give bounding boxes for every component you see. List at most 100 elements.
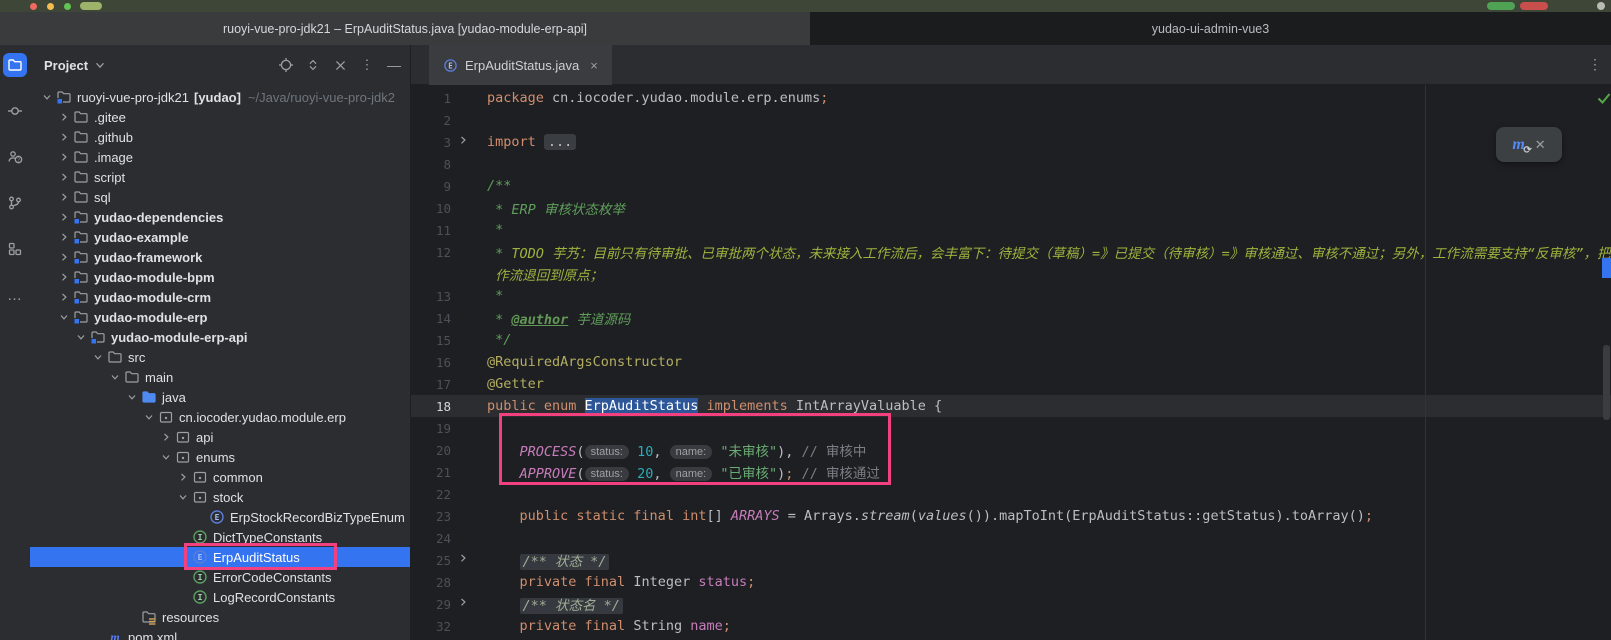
code-line-14[interactable]: 14 * @author 芋道源码	[411, 307, 1611, 329]
tabbar-options-kebab-icon[interactable]: ⋮	[1588, 56, 1603, 73]
menubar-stop-button[interactable]	[1520, 2, 1548, 10]
tree-item--github[interactable]: .github	[30, 127, 410, 147]
tree-item-java[interactable]: java	[30, 387, 410, 407]
inspections-ok-icon[interactable]	[1596, 90, 1611, 106]
chevron-down-icon[interactable]	[123, 389, 140, 405]
chevron-down-icon[interactable]	[157, 449, 174, 465]
tree-item-sql[interactable]: sql	[30, 187, 410, 207]
chevron-down-icon[interactable]	[93, 58, 107, 72]
close-icon[interactable]: ✕	[1535, 137, 1546, 153]
fold-arrow-icon[interactable]	[451, 596, 475, 612]
editor-scrollbar[interactable]	[1603, 345, 1610, 420]
chevron-right-icon[interactable]	[157, 429, 174, 445]
chevron-right-icon[interactable]	[55, 109, 72, 125]
code-editor[interactable]: 1package cn.iocoder.yudao.module.erp.enu…	[411, 87, 1611, 637]
code-line-24[interactable]: 24	[411, 527, 1611, 549]
tree-item-resources[interactable]: resources	[30, 607, 410, 627]
chevron-right-icon[interactable]	[55, 129, 72, 145]
structure-tool-icon[interactable]	[3, 237, 27, 261]
menubar-record-button[interactable]	[1487, 2, 1515, 10]
tree-item-common[interactable]: common	[30, 467, 410, 487]
chevron-right-icon[interactable]	[55, 209, 72, 225]
tree-item-yudao-example[interactable]: yudao-example	[30, 227, 410, 247]
tree-item-pom-xml[interactable]: mpom.xml	[30, 627, 410, 640]
project-panel-title[interactable]: Project	[44, 58, 88, 73]
code-line-17[interactable]: 17@Getter	[411, 373, 1611, 395]
chevron-right-icon[interactable]	[55, 229, 72, 245]
code-line-wrap[interactable]: 作流退回到原点；	[411, 263, 1611, 285]
code-line-9[interactable]: 9/**	[411, 175, 1611, 197]
code-line-13[interactable]: 13 *	[411, 285, 1611, 307]
code-line-15[interactable]: 15 */	[411, 329, 1611, 351]
code-line-8[interactable]: 8	[411, 153, 1611, 175]
chevron-right-icon[interactable]	[55, 169, 72, 185]
tree-item-src[interactable]: src	[30, 347, 410, 367]
tree-item--image[interactable]: .image	[30, 147, 410, 167]
chevron-down-icon[interactable]	[38, 89, 55, 105]
tree-item-script[interactable]: script	[30, 167, 410, 187]
tree-item-logrecordconstants[interactable]: ILogRecordConstants	[30, 587, 410, 607]
code-line-2[interactable]: 2	[411, 109, 1611, 131]
tree-item-stock[interactable]: stock	[30, 487, 410, 507]
maven-reload-icon[interactable]: m⟳	[1512, 136, 1524, 154]
chevron-down-icon[interactable]	[106, 369, 123, 385]
tree-item-yudao-module-erp-api[interactable]: yudao-module-erp-api	[30, 327, 410, 347]
chevron-right-icon[interactable]	[55, 249, 72, 265]
tree-item-yudao-module-crm[interactable]: yudao-module-crm	[30, 287, 410, 307]
traffic-light-minimize-icon[interactable]	[47, 3, 54, 10]
code-line-1[interactable]: 1package cn.iocoder.yudao.module.erp.enu…	[411, 87, 1611, 109]
code-line-28[interactable]: 28 private final Integer status;	[411, 571, 1611, 593]
tree-item--gitee[interactable]: .gitee	[30, 107, 410, 127]
expand-all-icon[interactable]	[305, 57, 321, 73]
code-line-12[interactable]: 12 * TODO 芋艿：目前只有待审批、已审批两个状态，未来接入工作流后，会丰…	[411, 241, 1611, 263]
code-line-32[interactable]: 32 private final String name;	[411, 615, 1611, 637]
more-tools-icon[interactable]: …	[3, 283, 27, 307]
code-line-22[interactable]: 22	[411, 483, 1611, 505]
tree-item-ruoyi-vue-pro-jdk21[interactable]: ruoyi-vue-pro-jdk21[yudao]~/Java/ruoyi-v…	[30, 87, 410, 107]
hide-panel-icon[interactable]: —	[386, 57, 402, 73]
options-kebab-icon[interactable]: ⋮	[359, 57, 375, 73]
tree-item-api[interactable]: api	[30, 427, 410, 447]
tree-item-main[interactable]: main	[30, 367, 410, 387]
fold-arrow-icon[interactable]	[451, 134, 475, 150]
commit-tool-icon[interactable]	[3, 99, 27, 123]
tree-item-yudao-dependencies[interactable]: yudao-dependencies	[30, 207, 410, 227]
locate-file-icon[interactable]	[278, 57, 294, 73]
tab-erpauditstatus[interactable]: E ErpAuditStatus.java ×	[429, 45, 612, 85]
code-line-23[interactable]: 23 public static final int[] ARRAYS = Ar…	[411, 505, 1611, 527]
pull-requests-tool-icon[interactable]: ?	[3, 145, 27, 169]
tree-item-enums[interactable]: enums	[30, 447, 410, 467]
tree-item-yudao-framework[interactable]: yudao-framework	[30, 247, 410, 267]
chevron-right-icon[interactable]	[55, 189, 72, 205]
git-branch-tool-icon[interactable]	[3, 191, 27, 215]
chevron-down-icon[interactable]	[55, 309, 72, 325]
chevron-right-icon[interactable]	[55, 269, 72, 285]
collapse-all-icon[interactable]	[332, 57, 348, 73]
fold-arrow-icon[interactable]	[451, 552, 475, 568]
tree-item-yudao-module-bpm[interactable]: yudao-module-bpm	[30, 267, 410, 287]
traffic-light-zoom-icon[interactable]	[64, 3, 71, 10]
chevron-down-icon[interactable]	[174, 489, 191, 505]
traffic-light-close-icon[interactable]	[30, 3, 37, 10]
tab-close-icon[interactable]: ×	[590, 58, 598, 73]
tree-item-yudao-module-erp[interactable]: yudao-module-erp	[30, 307, 410, 327]
menubar-plus-icon[interactable]	[1597, 2, 1605, 10]
chevron-down-icon[interactable]	[140, 409, 157, 425]
background-window-title[interactable]: yudao-ui-admin-vue3	[810, 12, 1611, 45]
tree-item-erpstockrecordbiztypeenum[interactable]: EErpStockRecordBizTypeEnum	[30, 507, 410, 527]
code-line-29[interactable]: 29 /** 状态名 */	[411, 593, 1611, 615]
project-tool-icon[interactable]	[3, 53, 27, 77]
code-line-25[interactable]: 25 /** 状态 */	[411, 549, 1611, 571]
chevron-down-icon[interactable]	[89, 349, 106, 365]
chevron-right-icon[interactable]	[55, 149, 72, 165]
code-line-10[interactable]: 10 * ERP 审核状态枚举	[411, 197, 1611, 219]
active-window-title[interactable]: ruoyi-vue-pro-jdk21 – ErpAuditStatus.jav…	[0, 12, 810, 45]
chevron-right-icon[interactable]	[55, 289, 72, 305]
chevron-right-icon[interactable]	[174, 469, 191, 485]
chevron-down-icon[interactable]	[72, 329, 89, 345]
tree-item-errorcodeconstants[interactable]: IErrorCodeConstants	[30, 567, 410, 587]
tree-item-cn-iocoder-yudao-module-erp[interactable]: cn.iocoder.yudao.module.erp	[30, 407, 410, 427]
code-line-11[interactable]: 11 *	[411, 219, 1611, 241]
code-line-3[interactable]: 3import ...	[411, 131, 1611, 153]
code-line-16[interactable]: 16@RequiredArgsConstructor	[411, 351, 1611, 373]
